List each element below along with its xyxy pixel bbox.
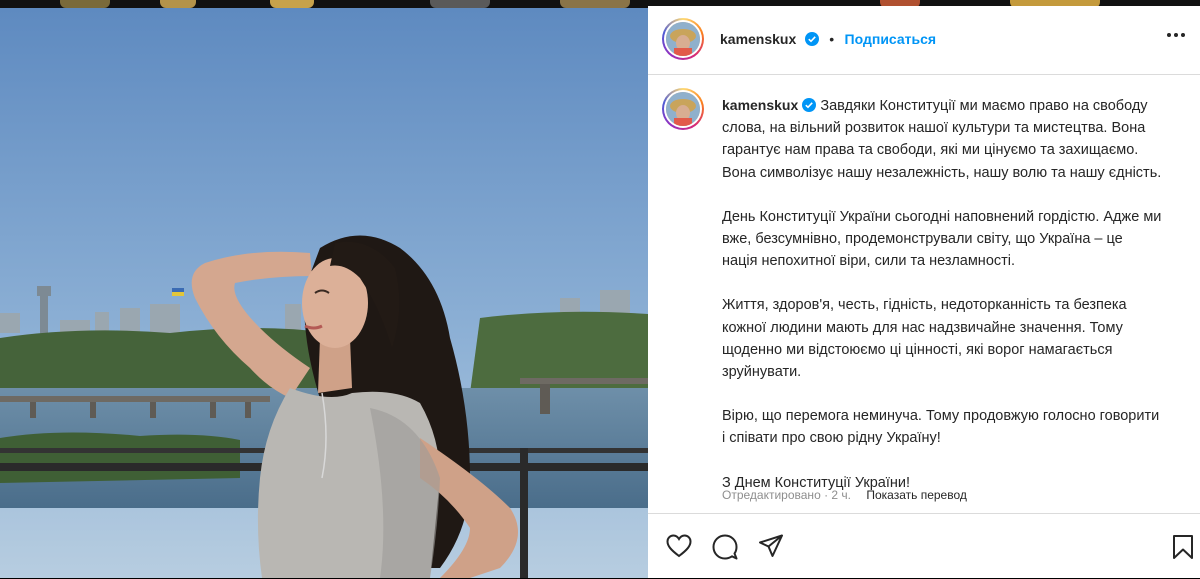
post-header: kamenskux • Подписаться <box>648 6 1200 75</box>
header-avatar[interactable] <box>662 18 704 60</box>
share-icon[interactable] <box>758 534 784 558</box>
post-caption: kamenskux Завдяки Конституції ми маємо п… <box>722 94 1162 516</box>
top-strip-thumb <box>270 0 314 8</box>
post-photo-image <box>0 8 648 578</box>
caption-username[interactable]: kamenskux <box>722 97 798 113</box>
caption-paragraph: Вірю, що перемога неминуча. Тому продовж… <box>722 408 1160 447</box>
top-strip-thumb <box>560 0 630 8</box>
heart-icon[interactable] <box>666 534 692 558</box>
header-separator: • <box>829 31 835 47</box>
action-bar <box>648 513 1200 579</box>
avatar-image <box>666 92 700 126</box>
post-panel: kamenskux • Подписаться kamenskux Завдяк… <box>648 6 1200 578</box>
verified-badge-icon <box>802 98 817 112</box>
post-photo[interactable] <box>0 8 648 578</box>
header-username[interactable]: kamenskux <box>720 31 796 47</box>
header-user-line: kamenskux • Подписаться <box>720 31 936 49</box>
verified-badge-icon <box>804 32 819 46</box>
show-translation-link[interactable]: Показать перевод <box>866 488 967 502</box>
post-meta: Отредактировано · 2 ч. Показать перевод <box>722 488 967 502</box>
comment-icon[interactable] <box>712 534 738 560</box>
caption-paragraph: Життя, здоров'я, честь, гідність, недото… <box>722 297 1127 381</box>
follow-button[interactable]: Подписаться <box>845 31 937 47</box>
top-strip-thumb <box>160 0 196 8</box>
top-strip-thumb <box>430 0 490 8</box>
more-options-icon[interactable] <box>1166 32 1186 38</box>
bookmark-icon[interactable] <box>1172 534 1194 560</box>
top-strip-thumb <box>60 0 110 8</box>
caption-avatar[interactable] <box>662 88 704 130</box>
avatar-image <box>666 22 700 56</box>
caption-paragraph: День Конституції України сьогодні наповн… <box>722 208 1162 270</box>
edited-timestamp: Отредактировано · 2 ч. <box>722 488 851 502</box>
